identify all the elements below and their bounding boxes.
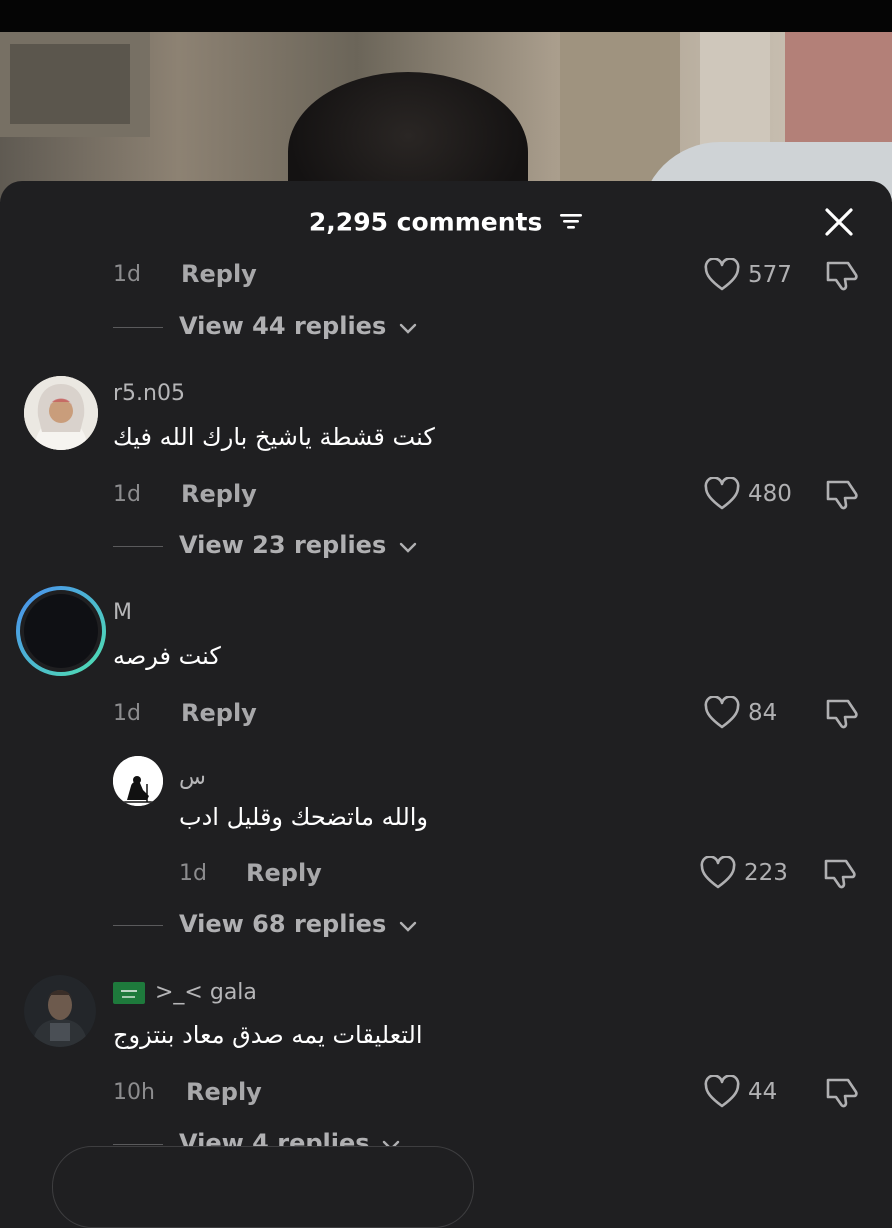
comment-text: والله ماتضحك وقليل ادب <box>179 803 429 831</box>
like-count: 577 <box>748 262 792 288</box>
saudi-flag-icon <box>113 981 145 1004</box>
heart-icon <box>704 258 740 291</box>
like-count: 84 <box>748 700 778 726</box>
heart-icon <box>704 477 740 510</box>
comment-text: كنت فرصه <box>113 642 221 670</box>
dislike-icon[interactable] <box>822 856 858 892</box>
comment-time: 10h <box>113 1080 155 1105</box>
building-door <box>560 32 680 182</box>
comment-text: التعليقات يمه صدق معاد بنتزوج <box>113 1021 423 1049</box>
reply-button[interactable]: Reply <box>181 699 257 727</box>
like-button[interactable]: 84 <box>704 696 777 730</box>
comment-username[interactable]: س <box>179 765 206 790</box>
building-window <box>785 32 892 142</box>
view-replies-divider <box>113 1144 163 1145</box>
comments-count: 2,295 comments <box>308 207 543 237</box>
dislike-icon[interactable] <box>824 258 860 294</box>
avatar[interactable] <box>113 756 163 806</box>
reply-button[interactable]: Reply <box>181 480 257 508</box>
avatar[interactable] <box>24 376 98 450</box>
like-count: 223 <box>744 860 788 886</box>
avatar[interactable] <box>15 585 107 677</box>
view-replies-button[interactable]: View 68 replies <box>179 910 417 939</box>
view-replies-divider <box>113 546 163 547</box>
close-icon[interactable] <box>822 205 856 239</box>
filter-icon[interactable] <box>559 208 583 237</box>
view-replies-label: View 44 replies <box>179 312 387 340</box>
reply-button[interactable]: Reply <box>181 260 257 288</box>
view-replies-button[interactable]: View 23 replies <box>179 531 417 560</box>
like-button[interactable]: 44 <box>704 1075 777 1109</box>
view-replies-label: View 23 replies <box>179 531 387 559</box>
comment-username[interactable]: r5.n05 <box>113 381 185 406</box>
view-replies-divider <box>113 327 163 328</box>
video-background <box>0 32 892 202</box>
comment-time: 1d <box>179 861 207 886</box>
next-comment-bubble <box>52 1146 474 1228</box>
comment-username[interactable]: M <box>113 600 132 625</box>
comment-text: كنت قشطة ياشيخ بارك الله فيك <box>113 423 435 451</box>
comment-time: 1d <box>113 262 141 287</box>
heart-icon <box>704 1075 740 1108</box>
view-replies-divider <box>113 925 163 926</box>
dislike-icon[interactable] <box>824 1075 860 1111</box>
reply-button[interactable]: Reply <box>246 859 322 887</box>
like-button[interactable]: 480 <box>704 477 792 511</box>
like-count: 480 <box>748 481 792 507</box>
heart-icon <box>704 696 740 729</box>
chevron-down-icon <box>399 313 417 341</box>
comment-time: 1d <box>113 701 141 726</box>
like-count: 44 <box>748 1079 778 1105</box>
chevron-down-icon <box>399 911 417 939</box>
heart-icon <box>700 856 736 889</box>
view-replies-label: View 68 replies <box>179 910 387 938</box>
like-button[interactable]: 223 <box>700 856 788 890</box>
like-button[interactable]: 577 <box>704 258 792 292</box>
comments-header: 2,295 comments <box>0 206 892 237</box>
comment-username: >_< gala <box>155 980 257 1005</box>
dislike-icon[interactable] <box>824 696 860 732</box>
avatar[interactable] <box>24 975 96 1047</box>
reply-button[interactable]: Reply <box>186 1078 262 1106</box>
view-replies-button[interactable]: View 44 replies <box>179 312 417 341</box>
air-conditioner <box>10 44 130 124</box>
chevron-down-icon <box>399 532 417 560</box>
dislike-icon[interactable] <box>824 477 860 513</box>
comment-time: 1d <box>113 482 141 507</box>
status-bar <box>0 0 892 32</box>
comment-username-row[interactable]: >_< gala <box>113 980 257 1005</box>
